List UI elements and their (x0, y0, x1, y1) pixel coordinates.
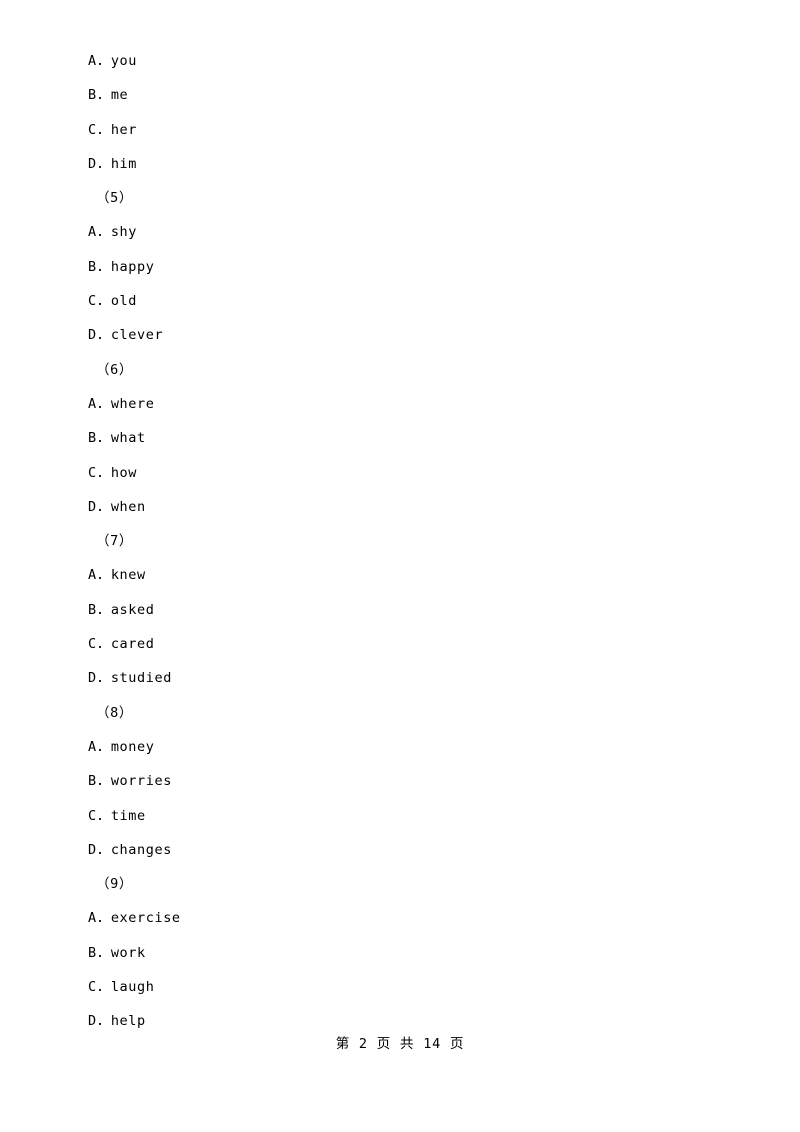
answer-option: C．how (88, 464, 138, 481)
answer-option: A．exercise (88, 910, 181, 927)
page-footer: 第 2 页 共 14 页 (335, 1036, 465, 1052)
document-page: A．you B．me C．her D．him （5） A．shy B．happy C．old D… (0, 0, 800, 1132)
answer-option: A．shy (88, 224, 138, 241)
question-group-number: （8） (96, 704, 133, 721)
answer-option: B．worries (88, 773, 172, 790)
question-group-number: （5） (96, 190, 133, 207)
answer-option: D．changes (88, 841, 172, 858)
answer-option: B．happy (88, 258, 155, 275)
answer-option: C．old (88, 293, 138, 310)
question-group-number: （9） (96, 876, 133, 893)
answer-option: C．time (88, 807, 146, 824)
answer-option: C．cared (88, 636, 155, 653)
answer-option: B．work (88, 944, 146, 961)
answer-option: D．studied (88, 670, 172, 687)
answer-option: B．what (88, 430, 146, 447)
answer-option: B．me (88, 87, 129, 104)
answer-option: A．money (88, 738, 155, 755)
question-options-list: A．you B．me C．her D．him （5） A．shy B．happy C．old D… (88, 44, 708, 1039)
answer-option: B．asked (88, 601, 155, 618)
answer-option: D．clever (88, 327, 164, 344)
question-group-number: （6） (96, 361, 133, 378)
answer-option: C．her (88, 121, 138, 138)
question-group-number: （7） (96, 533, 133, 550)
answer-option: D．when (88, 498, 146, 515)
answer-option: D．him (88, 155, 138, 172)
answer-option: A．knew (88, 567, 146, 584)
answer-option: A．you (88, 53, 138, 69)
answer-option: C．laugh (88, 979, 155, 996)
answer-option: A．where (88, 395, 155, 412)
